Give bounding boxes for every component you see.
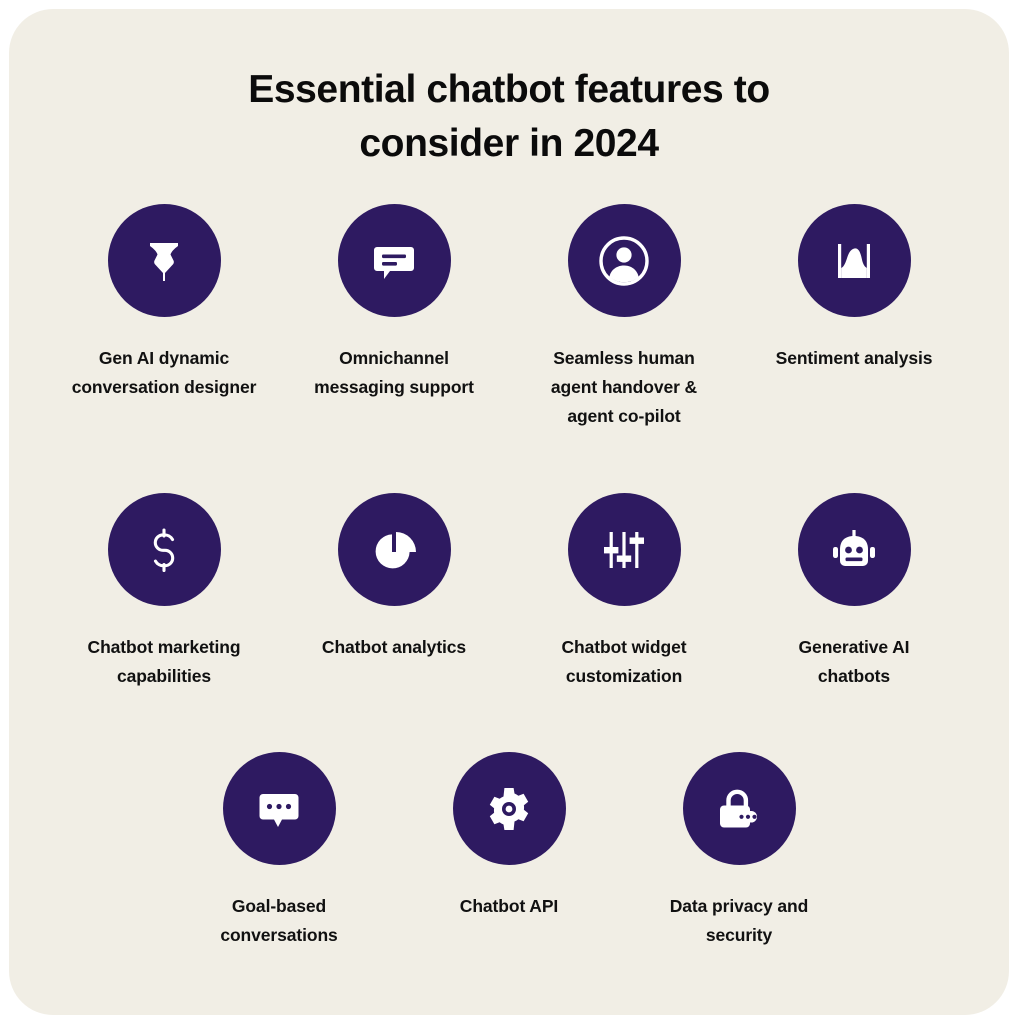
icon-badge <box>682 752 796 865</box>
icon-badge <box>452 752 566 865</box>
icon-badge <box>567 204 681 317</box>
gear-icon <box>483 783 535 835</box>
icon-badge <box>797 493 911 606</box>
feature-label-line-1: Chatbot analytics <box>321 637 467 657</box>
icon-badge <box>797 204 911 317</box>
page-title-line-1: Essential chatbot features to <box>248 68 770 111</box>
feature-row-3: Goal-based conversations Chatbot API Dat… <box>9 752 1009 950</box>
feature-label-line-2: capabilities <box>116 666 212 686</box>
feature-label: Data privacy and security <box>669 892 809 950</box>
feature-label-line-2: customization <box>565 666 683 686</box>
feature-label: Omnichannel messaging support <box>314 344 474 402</box>
feature-label-line-1: Data privacy and <box>669 896 809 916</box>
feature-label-line-2: security <box>705 925 773 945</box>
icon-badge <box>107 493 221 606</box>
feature-item-omnichannel-messaging-support[interactable]: Omnichannel messaging support <box>279 204 509 431</box>
feature-label-line-1: Generative AI <box>798 637 910 657</box>
page-title: Essential chatbot features to consider i… <box>9 9 1009 171</box>
feature-label-line-1: Seamless human <box>553 348 695 368</box>
user-circle-icon <box>596 233 652 289</box>
feature-item-chatbot-analytics[interactable]: Chatbot analytics <box>279 493 509 691</box>
feature-label: Generative AI chatbots <box>799 633 910 691</box>
feature-label: Chatbot analytics <box>322 633 466 662</box>
feature-label-line-2: chatbots <box>817 666 891 686</box>
feature-label-line-2: agent handover & <box>550 377 698 397</box>
feature-label-line-1: Chatbot API <box>459 896 559 916</box>
icon-badge <box>567 493 681 606</box>
feature-item-generative-ai-chatbots[interactable]: Generative AI chatbots <box>739 493 969 691</box>
sliders-icon <box>598 524 650 576</box>
feature-label-line-1: Sentiment analysis <box>775 348 933 368</box>
feature-label-line-3: agent co-pilot <box>567 406 681 426</box>
feature-item-chatbot-marketing-capabilities[interactable]: Chatbot marketing capabilities <box>49 493 279 691</box>
feature-row-1: Gen AI dynamic conversation designer Omn… <box>9 204 1009 431</box>
area-chart-icon <box>828 235 880 287</box>
feature-label-line-1: Chatbot marketing <box>87 637 241 657</box>
feature-label-line-2: messaging support <box>314 377 474 397</box>
feature-row-2: Chatbot marketing capabilities Chatbot a… <box>9 493 1009 691</box>
feature-label: Goal-based conversations <box>220 892 337 950</box>
page-title-line-2: consider in 2024 <box>359 122 659 165</box>
chat-bubble-lines-icon <box>368 235 420 287</box>
feature-item-chatbot-api[interactable]: Chatbot API <box>394 752 624 950</box>
feature-item-goal-based-conversations[interactable]: Goal-based conversations <box>164 752 394 950</box>
pen-nib-icon <box>138 235 190 287</box>
feature-item-data-privacy-and-security[interactable]: Data privacy and security <box>624 752 854 950</box>
pie-chart-icon <box>368 524 420 576</box>
padlock-password-icon <box>712 782 766 836</box>
feature-label-line-1: Goal-based <box>231 896 327 916</box>
feature-label-line-1: Chatbot widget <box>561 637 687 657</box>
dollar-sign-icon <box>138 524 190 576</box>
infographic-card: Essential chatbot features to consider i… <box>9 9 1009 1015</box>
feature-label: Chatbot API <box>460 892 558 921</box>
icon-badge <box>107 204 221 317</box>
feature-label: Seamless human agent handover & agent co… <box>551 344 697 431</box>
feature-label-line-2: conversation designer <box>71 377 257 397</box>
feature-label-line-1: Gen AI dynamic <box>98 348 230 368</box>
chat-bubble-dots-icon <box>253 783 305 835</box>
feature-item-gen-ai-dynamic-conversation-designer[interactable]: Gen AI dynamic conversation designer <box>49 204 279 431</box>
icon-badge <box>337 493 451 606</box>
feature-label: Chatbot marketing capabilities <box>88 633 241 691</box>
feature-item-sentiment-analysis[interactable]: Sentiment analysis <box>739 204 969 431</box>
feature-label: Chatbot widget customization <box>562 633 687 691</box>
icon-badge <box>222 752 336 865</box>
feature-label-line-1: Omnichannel <box>339 348 449 368</box>
feature-label: Sentiment analysis <box>776 344 933 373</box>
robot-icon <box>827 523 881 577</box>
feature-item-seamless-human-agent-handover[interactable]: Seamless human agent handover & agent co… <box>509 204 739 431</box>
icon-badge <box>337 204 451 317</box>
feature-label: Gen AI dynamic conversation designer <box>72 344 257 402</box>
feature-item-chatbot-widget-customization[interactable]: Chatbot widget customization <box>509 493 739 691</box>
feature-label-line-2: conversations <box>220 925 338 945</box>
